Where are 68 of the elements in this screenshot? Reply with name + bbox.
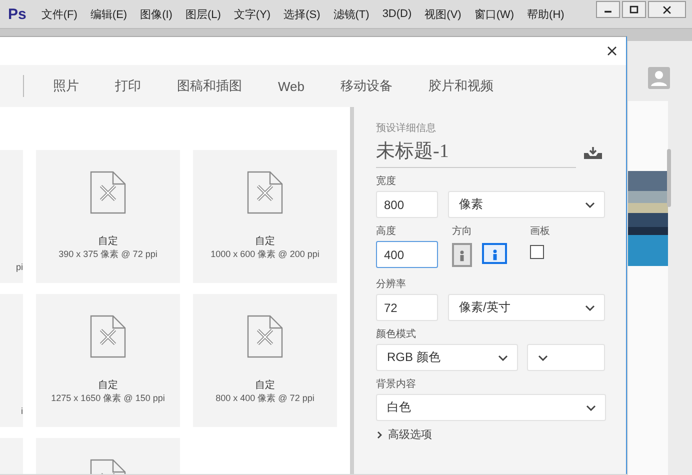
preset-size: 1275 x 1650 像素 @ 150 ppi (51, 392, 165, 405)
checkbox[interactable] (530, 245, 544, 259)
preset-size: 800 x 400 像素 @ 72 ppi (216, 392, 314, 405)
field-label: 宽度 (376, 174, 397, 188)
maximize-icon[interactable] (627, 4, 641, 16)
scrollbar[interactable] (667, 149, 671, 207)
caret-icon (586, 404, 596, 410)
unit-dropdown[interactable]: 像素 (448, 191, 605, 218)
menu-item[interactable]: 帮助(H) (527, 6, 564, 22)
document-icon (247, 171, 283, 214)
caret-icon (585, 202, 595, 208)
menu-item[interactable]: 视图(V) (424, 6, 462, 22)
preset-card[interactable]: pi (0, 150, 23, 283)
color-mode-dropdown[interactable]: RGB 颜色 (376, 344, 518, 371)
menu-item[interactable]: 滤镜(T) (333, 6, 370, 22)
preset-card[interactable]: 自定 1275 x 1650 像素 @ 150 ppi (36, 294, 180, 427)
caret-icon (538, 354, 548, 360)
field-label: 高度 (376, 224, 397, 238)
landscape-button[interactable] (482, 243, 507, 264)
menu-item[interactable]: 3D(D) (382, 8, 412, 20)
portrait-button[interactable] (452, 243, 472, 267)
tab[interactable]: Web (278, 78, 304, 94)
tab[interactable]: 照片 (53, 77, 79, 95)
input-field[interactable]: 400 (376, 241, 438, 268)
preset-name: 自定 (255, 234, 275, 248)
tab[interactable]: 打印 (115, 77, 141, 95)
menu-item[interactable]: 图像(I) (140, 6, 172, 22)
save-preset-icon[interactable] (584, 147, 602, 159)
field-label: 画板 (530, 224, 550, 238)
caret-icon (585, 304, 595, 310)
tab[interactable]: 胶片和视频 (428, 77, 494, 95)
document-icon (247, 315, 283, 358)
tab[interactable]: 移动设备 (340, 77, 392, 95)
app-logo: Ps (8, 6, 26, 22)
input-field[interactable]: 800 (376, 191, 438, 218)
chevron-icon[interactable] (376, 430, 384, 438)
tab[interactable]: 图稿和插图 (177, 77, 242, 95)
caret-icon (498, 354, 508, 360)
menu-item[interactable]: 文字(Y) (234, 6, 271, 22)
field-label: 背景内容 (376, 378, 417, 391)
preset-size: i (21, 406, 23, 416)
unit-dropdown[interactable]: 像素/英寸 (448, 294, 605, 321)
menu-item[interactable]: 选择(S) (284, 6, 320, 22)
preset-name: 自定 (98, 378, 118, 392)
menu-item[interactable]: 文件(F) (41, 6, 78, 22)
document-icon (90, 171, 126, 214)
input-field[interactable]: 72 (376, 294, 438, 321)
field-label: 分辨率 (376, 278, 407, 291)
section-label: 预设详细信息 (376, 122, 437, 135)
menu-item[interactable]: 窗口(W) (474, 6, 514, 22)
background-dropdown[interactable]: 白色 (376, 394, 606, 421)
preset-card[interactable]: i (0, 294, 23, 427)
preset-card[interactable]: 自定 390 x 375 像素 @ 72 ppi (36, 150, 180, 283)
preset-card[interactable]: 自定 1000 x 600 像素 @ 200 ppi (193, 150, 337, 283)
preset-name: 自定 (255, 378, 275, 392)
menu-item[interactable]: 图层(L) (185, 6, 221, 22)
field-label: 颜色模式 (376, 328, 417, 341)
document-name-field[interactable]: 未标题-1 (376, 138, 576, 168)
preset-card[interactable]: 自定 800 x 400 像素 @ 72 ppi (193, 294, 337, 427)
preset-size: 1000 x 600 像素 @ 200 ppi (210, 248, 320, 261)
close-icon[interactable] (607, 46, 617, 56)
document-icon (90, 315, 126, 358)
field-label: 方向 (452, 224, 473, 238)
preset-name: 自定 (98, 234, 118, 248)
advanced-options-toggle[interactable]: 高级选项 (388, 427, 432, 442)
menu-item[interactable]: 编辑(E) (90, 6, 128, 22)
preset-size: pi (16, 262, 23, 272)
preset-size: 390 x 375 像素 @ 72 ppi (58, 248, 158, 261)
